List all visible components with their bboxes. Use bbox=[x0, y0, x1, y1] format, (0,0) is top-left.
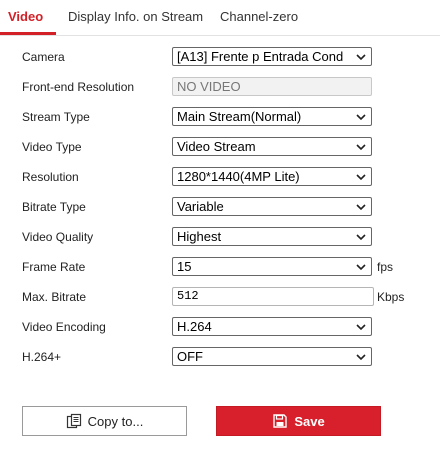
h264-plus-value: OFF bbox=[177, 349, 203, 364]
max-bitrate-value: 512 bbox=[177, 289, 199, 303]
chevron-down-icon bbox=[356, 54, 366, 61]
max-bitrate-unit: Kbps bbox=[377, 290, 405, 304]
video-encoding-label: Video Encoding bbox=[22, 320, 106, 334]
video-type-select[interactable]: Video Stream bbox=[172, 137, 372, 156]
video-encoding-select[interactable]: H.264 bbox=[172, 317, 372, 336]
tab-bar: Video Display Info. on Stream Channel-ze… bbox=[0, 0, 440, 36]
tab-channel-zero[interactable]: Channel-zero bbox=[220, 0, 298, 34]
row-camera: Camera [A13] Frente p Entrada Cond bbox=[0, 46, 440, 68]
row-video-type: Video Type Video Stream bbox=[0, 136, 440, 158]
chevron-down-icon bbox=[356, 264, 366, 271]
chevron-down-icon bbox=[356, 144, 366, 151]
bitrate-type-select[interactable]: Variable bbox=[172, 197, 372, 216]
video-type-value: Video Stream bbox=[177, 139, 256, 154]
save-button[interactable]: Save bbox=[216, 406, 381, 436]
row-max-bitrate: Max. Bitrate 512 Kbps bbox=[0, 286, 440, 308]
chevron-down-icon bbox=[356, 204, 366, 211]
row-video-quality: Video Quality Highest bbox=[0, 226, 440, 248]
chevron-down-icon bbox=[356, 354, 366, 361]
row-front-end-resolution: Front-end Resolution NO VIDEO bbox=[0, 76, 440, 98]
video-type-label: Video Type bbox=[22, 140, 82, 154]
resolution-label: Resolution bbox=[22, 170, 79, 184]
stream-type-value: Main Stream(Normal) bbox=[177, 109, 302, 124]
tab-video[interactable]: Video bbox=[8, 0, 43, 34]
row-resolution: Resolution 1280*1440(4MP Lite) bbox=[0, 166, 440, 188]
save-label: Save bbox=[294, 413, 325, 429]
h264-plus-label: H.264+ bbox=[22, 350, 62, 364]
copy-icon bbox=[66, 413, 81, 429]
video-encoding-value: H.264 bbox=[177, 319, 212, 334]
frame-rate-label: Frame Rate bbox=[22, 260, 86, 274]
chevron-down-icon bbox=[356, 324, 366, 331]
row-video-encoding: Video Encoding H.264 bbox=[0, 316, 440, 338]
resolution-value: 1280*1440(4MP Lite) bbox=[177, 169, 300, 184]
h264-plus-select[interactable]: OFF bbox=[172, 347, 372, 366]
camera-select[interactable]: [A13] Frente p Entrada Cond bbox=[172, 47, 372, 66]
bitrate-type-value: Variable bbox=[177, 199, 224, 214]
frame-rate-unit: fps bbox=[377, 260, 394, 274]
max-bitrate-input[interactable]: 512 bbox=[172, 287, 374, 306]
front-end-resolution-value: NO VIDEO bbox=[177, 79, 241, 94]
stream-type-label: Stream Type bbox=[22, 110, 90, 124]
bitrate-type-label: Bitrate Type bbox=[22, 200, 86, 214]
front-end-resolution-label: Front-end Resolution bbox=[22, 80, 135, 94]
active-tab-indicator bbox=[0, 32, 56, 35]
copy-to-button[interactable]: Copy to... bbox=[22, 406, 187, 436]
row-stream-type: Stream Type Main Stream(Normal) bbox=[0, 106, 440, 128]
frame-rate-select[interactable]: 15 bbox=[172, 257, 372, 276]
frame-rate-value: 15 bbox=[177, 259, 192, 274]
chevron-down-icon bbox=[356, 174, 366, 181]
resolution-select[interactable]: 1280*1440(4MP Lite) bbox=[172, 167, 372, 186]
chevron-down-icon bbox=[356, 114, 366, 121]
copy-to-label: Copy to... bbox=[87, 413, 144, 429]
row-bitrate-type: Bitrate Type Variable bbox=[0, 196, 440, 218]
save-icon bbox=[273, 414, 288, 428]
row-frame-rate: Frame Rate 15 fps bbox=[0, 256, 440, 278]
tab-display-info-on-stream[interactable]: Display Info. on Stream bbox=[68, 0, 203, 34]
video-quality-value: Highest bbox=[177, 229, 222, 244]
camera-label: Camera bbox=[22, 50, 65, 64]
video-quality-select[interactable]: Highest bbox=[172, 227, 372, 246]
video-quality-label: Video Quality bbox=[22, 230, 94, 244]
stream-type-select[interactable]: Main Stream(Normal) bbox=[172, 107, 372, 126]
chevron-down-icon bbox=[356, 234, 366, 241]
max-bitrate-label: Max. Bitrate bbox=[22, 290, 87, 304]
camera-value: [A13] Frente p Entrada Cond bbox=[177, 49, 344, 64]
row-h264-plus: H.264+ OFF bbox=[0, 346, 440, 368]
front-end-resolution-field: NO VIDEO bbox=[172, 77, 372, 96]
